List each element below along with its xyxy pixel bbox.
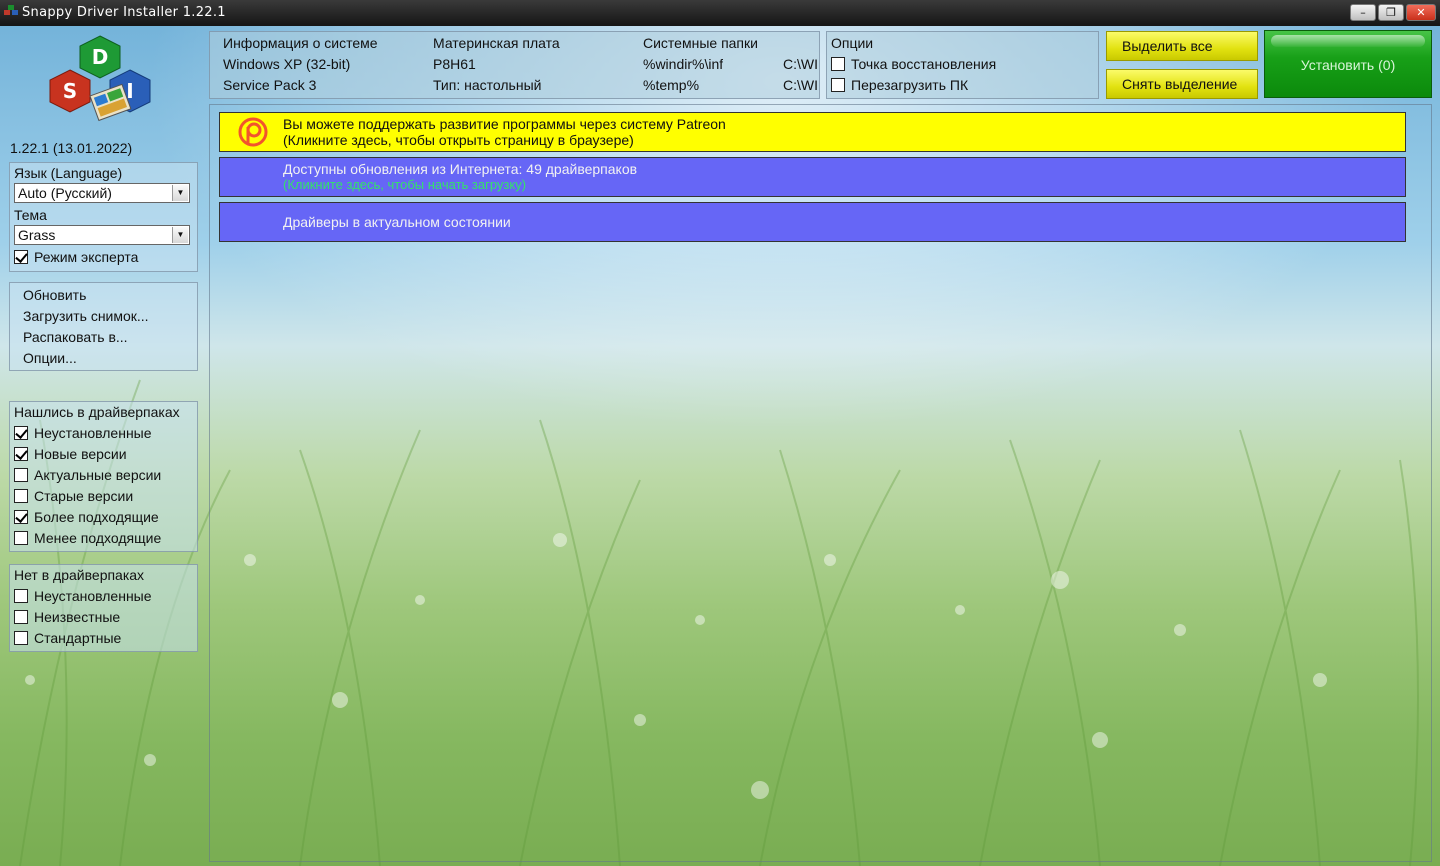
reboot-label: Перезагрузить ПК <box>851 77 969 93</box>
filter-new-versions[interactable]: Новые версии <box>14 446 127 462</box>
checkbox-icon[interactable] <box>14 468 28 482</box>
inf-folder[interactable]: %windir%\inf <box>643 56 723 72</box>
options-panel: Опции Точка восстановления Перезагрузить… <box>826 31 1099 99</box>
service-pack: Service Pack 3 <box>223 77 317 93</box>
temp-folder-path[interactable]: C:\WI <box>783 77 819 93</box>
extract-to-button[interactable]: Распаковать в... <box>23 329 128 345</box>
svg-text:S: S <box>63 79 77 103</box>
theme-label: Тема <box>14 207 47 223</box>
motherboard-model: P8H61 <box>433 56 476 72</box>
system-folders-header: Системные папки <box>643 35 758 51</box>
language-value: Auto (Русский) <box>18 185 112 201</box>
checkbox-icon[interactable] <box>831 78 845 92</box>
version-label: 1.22.1 (13.01.2022) <box>10 140 133 156</box>
svg-text:D: D <box>92 45 109 69</box>
not-in-packs-header: Нет в драйверпаках <box>14 567 145 583</box>
sdi-logo: D S I <box>49 35 151 122</box>
theme-select[interactable]: Grass ▼ <box>14 225 190 245</box>
filter-better-match[interactable]: Более подходящие <box>14 509 159 525</box>
load-snapshot-button[interactable]: Загрузить снимок... <box>23 308 149 324</box>
filter-label: Новые версии <box>34 446 127 462</box>
filter-label: Неизвестные <box>34 609 121 625</box>
filter-label: Актуальные версии <box>34 467 162 483</box>
checkbox-icon[interactable] <box>14 589 28 603</box>
title-bar[interactable]: Snappy Driver Installer 1.22.1 – ❐ ✕ <box>0 0 1440 26</box>
filter-not-installed[interactable]: Неустановленные <box>14 425 152 441</box>
theme-value: Grass <box>18 227 56 243</box>
checkbox-icon[interactable] <box>14 489 28 503</box>
patreon-banner[interactable]: Вы можете поддержать развитие программы … <box>219 112 1406 152</box>
filter-label: Неустановленные <box>34 425 152 441</box>
checkbox-icon[interactable] <box>831 57 845 71</box>
actions-panel: Обновить Загрузить снимок... Распаковать… <box>9 282 198 371</box>
restore-button[interactable]: ❐ <box>1378 4 1404 21</box>
filter-old-versions[interactable]: Старые версии <box>14 488 133 504</box>
checkbox-icon[interactable] <box>14 510 28 524</box>
updates-link[interactable]: (Кликните здесь, чтобы начать загрузку) <box>283 177 526 192</box>
patreon-text: Вы можете поддержать развитие программы … <box>283 116 726 132</box>
expert-mode-checkbox[interactable]: Режим эксперта <box>14 249 138 265</box>
select-all-button[interactable]: Выделить все <box>1106 31 1258 61</box>
found-in-packs-panel: Нашлись в драйверпаках Неустановленные Н… <box>9 401 198 552</box>
checkbox-icon[interactable] <box>14 631 28 645</box>
found-in-packs-header: Нашлись в драйверпаках <box>14 404 180 420</box>
filter-label: Менее подходящие <box>34 530 162 546</box>
checkbox-icon[interactable] <box>14 447 28 461</box>
options-button[interactable]: Опции... <box>23 350 77 366</box>
reboot-checkbox[interactable]: Перезагрузить ПК <box>831 77 968 93</box>
drivers-up-to-date-banner: Драйверы в актуальном состоянии <box>219 202 1406 242</box>
minimize-button[interactable]: – <box>1350 4 1376 21</box>
app-icon <box>4 5 18 15</box>
settings-panel: Язык (Language) Auto (Русский) ▼ Тема Gr… <box>9 162 198 272</box>
deselect-button[interactable]: Снять выделение <box>1106 69 1258 99</box>
not-in-packs-panel: Нет в драйверпаках Неустановленные Неизв… <box>9 564 198 652</box>
patreon-icon <box>238 117 268 147</box>
updates-text: Доступны обновления из Интернета: 49 дра… <box>283 161 638 177</box>
chevron-down-icon[interactable]: ▼ <box>172 227 188 243</box>
options-header: Опции <box>831 35 874 51</box>
updates-banner[interactable]: Доступны обновления из Интернета: 49 дра… <box>219 157 1406 197</box>
close-button[interactable]: ✕ <box>1406 4 1436 21</box>
install-button[interactable]: Установить (0) <box>1264 30 1432 98</box>
motherboard-header: Материнская плата <box>433 35 560 51</box>
up-to-date-text: Драйверы в актуальном состоянии <box>283 214 511 230</box>
filter-actual-versions[interactable]: Актуальные версии <box>14 467 161 483</box>
filter-label: Неустановленные <box>34 588 152 604</box>
checkbox-icon[interactable] <box>14 426 28 440</box>
filter-unknown[interactable]: Неизвестные <box>14 609 120 625</box>
refresh-button[interactable]: Обновить <box>23 287 86 303</box>
system-info-header[interactable]: Информация о системе <box>223 35 378 51</box>
install-label: Установить (0) <box>1300 57 1396 73</box>
os-version: Windows XP (32-bit) <box>223 56 351 72</box>
temp-folder[interactable]: %temp% <box>643 77 699 93</box>
language-label: Язык (Language) <box>14 165 123 181</box>
expert-mode-label: Режим эксперта <box>34 249 139 265</box>
chassis-type: Тип: настольный <box>433 77 542 93</box>
patreon-link[interactable]: (Кликните здесь, чтобы открыть страницу … <box>283 132 634 148</box>
filter-worse-match[interactable]: Менее подходящие <box>14 530 161 546</box>
inf-folder-path[interactable]: C:\WI <box>783 56 819 72</box>
language-select[interactable]: Auto (Русский) ▼ <box>14 183 190 203</box>
restore-point-checkbox[interactable]: Точка восстановления <box>831 56 996 72</box>
window-title: Snappy Driver Installer 1.22.1 <box>22 5 226 20</box>
chevron-down-icon[interactable]: ▼ <box>172 185 188 201</box>
checkbox-icon[interactable] <box>14 610 28 624</box>
filter-label: Более подходящие <box>34 509 159 525</box>
checkbox-icon[interactable] <box>14 531 28 545</box>
filter-label: Стандартные <box>34 630 122 646</box>
restore-point-label: Точка восстановления <box>851 56 997 72</box>
filter-standard[interactable]: Стандартные <box>14 630 121 646</box>
checkbox-icon[interactable] <box>14 250 28 264</box>
filter-missing-not-installed[interactable]: Неустановленные <box>14 588 152 604</box>
filter-label: Старые версии <box>34 488 134 504</box>
system-info-panel[interactable]: Информация о системе Windows XP (32-bit)… <box>209 31 820 99</box>
